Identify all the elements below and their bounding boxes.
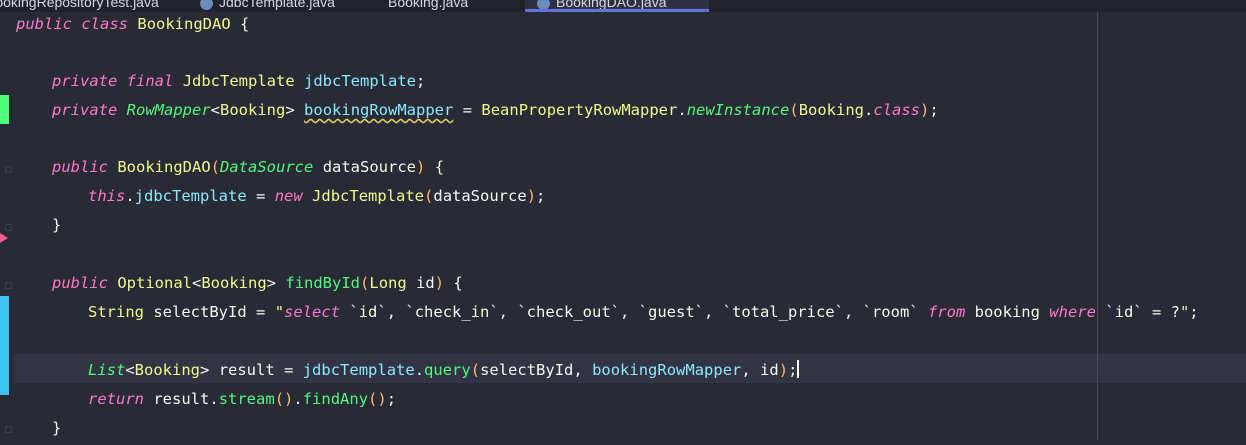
java-class-icon xyxy=(537,0,550,10)
added-lines-marker[interactable] xyxy=(0,95,9,124)
fold-icon[interactable] xyxy=(5,224,12,231)
breakpoint-icon[interactable] xyxy=(0,233,8,243)
modified-lines-marker[interactable] xyxy=(0,296,9,395)
tab-label: BookingDAO.java xyxy=(556,0,667,10)
tab-label: JdbcTemplate.java xyxy=(219,0,335,10)
code-line[interactable]: private final JdbcTemplate jdbcTemplate; xyxy=(52,69,425,98)
code-line[interactable]: public class BookingDAO { xyxy=(16,12,249,41)
fold-icon[interactable] xyxy=(5,282,12,289)
code-line[interactable]: public Optional<Booking> findById(Long i… xyxy=(52,271,463,300)
code-line[interactable]: List<Booking> result = jdbcTemplate.quer… xyxy=(88,358,800,387)
code-line[interactable]: this.jdbcTemplate = new JdbcTemplate(dat… xyxy=(88,184,545,213)
code-line[interactable]: String selectById = "select `id`, `check… xyxy=(88,300,1199,329)
code-line[interactable]: return result.stream().findAny(); xyxy=(88,387,396,416)
code-line[interactable]: } xyxy=(52,213,61,242)
fold-icon[interactable] xyxy=(5,166,12,173)
unused-field-warning[interactable]: bookingRowMapper xyxy=(304,101,453,119)
editor-tab-bar: BookingRepositoryTest.java JdbcTemplate.… xyxy=(0,0,1246,12)
editor-gutter[interactable] xyxy=(0,12,14,440)
text-cursor xyxy=(797,360,800,378)
tab-booking-repository-test[interactable]: BookingRepositoryTest.java xyxy=(0,0,159,12)
tab-label: BookingRepositoryTest.java xyxy=(0,0,159,10)
code-line[interactable]: public BookingDAO(DataSource dataSource)… xyxy=(52,155,444,184)
tab-booking-dao[interactable]: BookingDAO.java xyxy=(525,0,709,12)
fold-icon[interactable] xyxy=(5,426,12,433)
tab-booking[interactable]: Booking.java xyxy=(388,0,468,12)
java-class-icon xyxy=(200,0,213,10)
right-margin-guide xyxy=(1097,12,1098,440)
code-line[interactable]: } xyxy=(52,416,61,445)
tab-label: Booking.java xyxy=(388,0,469,10)
tab-jdbc-template[interactable]: JdbcTemplate.java xyxy=(200,0,335,12)
code-line[interactable]: private RowMapper<Booking> bookingRowMap… xyxy=(52,98,939,127)
